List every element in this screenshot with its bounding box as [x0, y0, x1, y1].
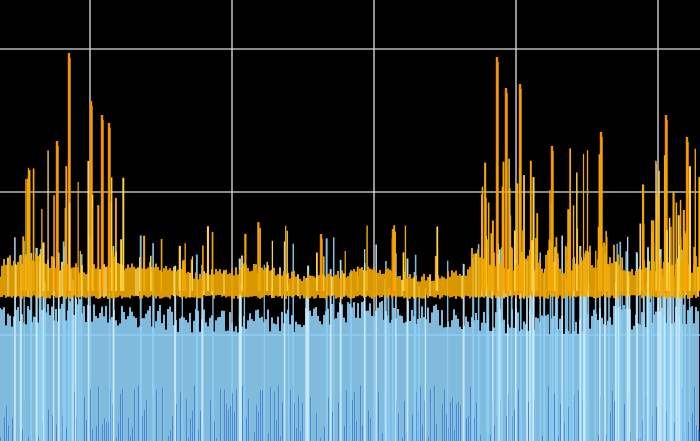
spectrum-analyzer-display [0, 0, 700, 441]
upper-yellow-trace [0, 53, 700, 299]
spectrum-plot [0, 0, 700, 441]
